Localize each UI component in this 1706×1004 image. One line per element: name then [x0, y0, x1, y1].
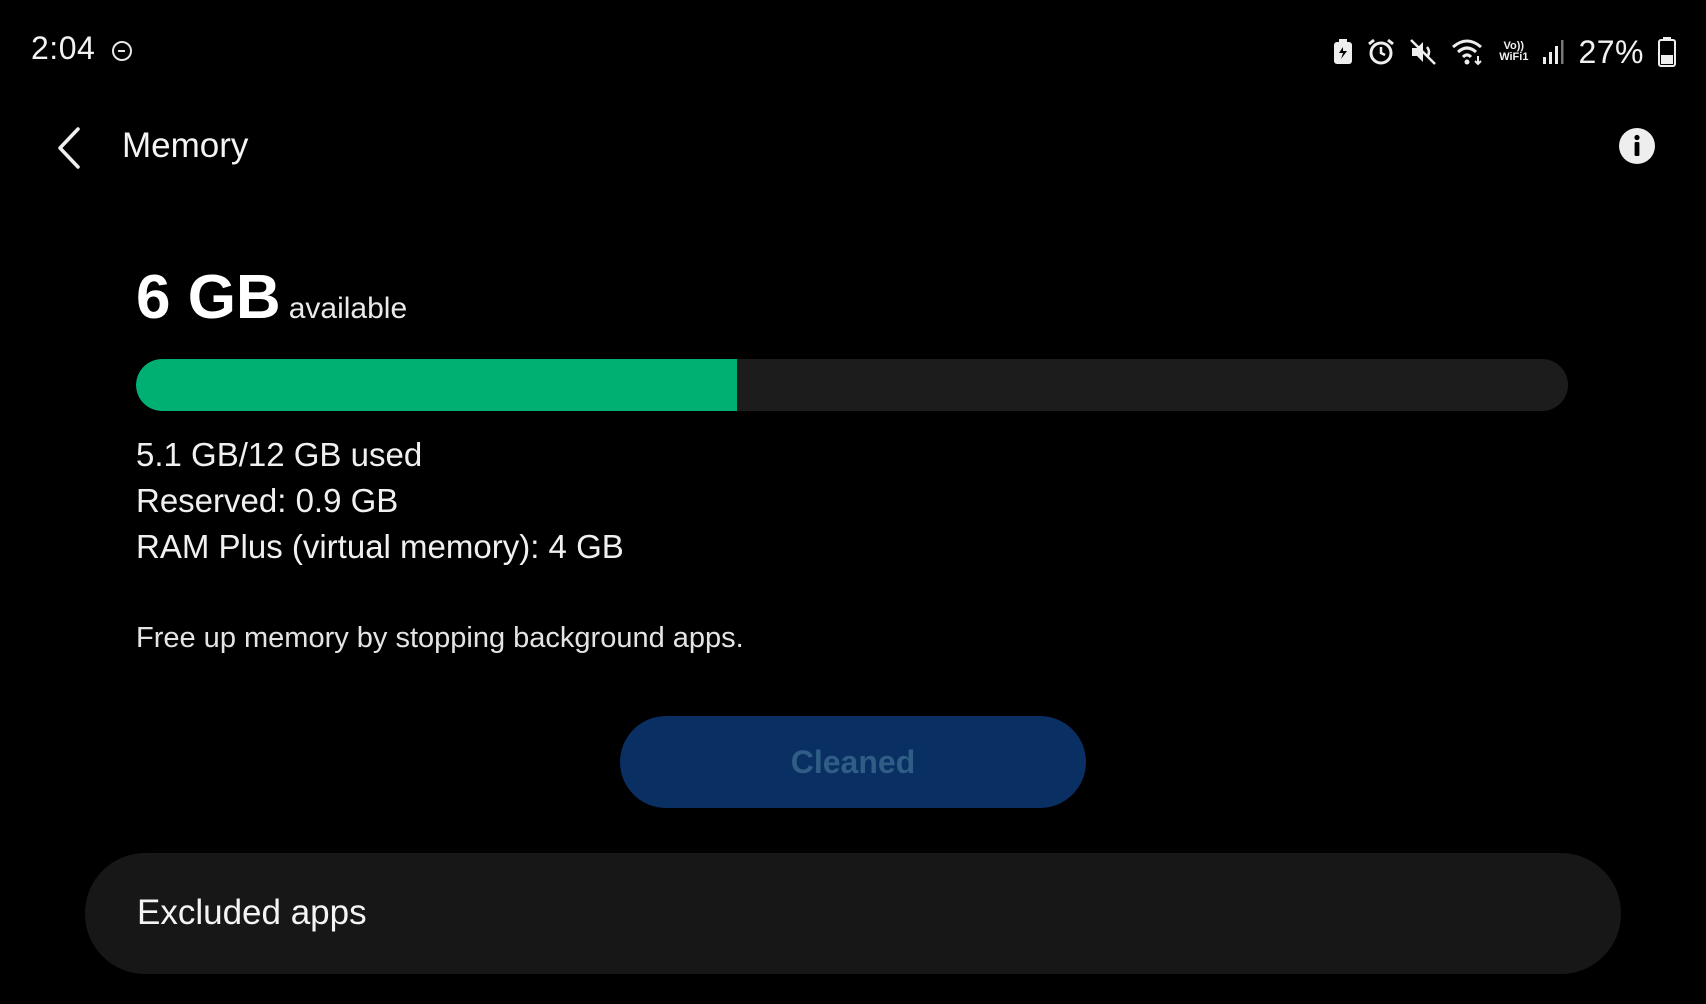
signal-icon — [1542, 39, 1564, 65]
free-memory-hint: Free up memory by stopping background ap… — [136, 622, 744, 654]
page-title: Memory — [122, 126, 249, 165]
app-bar: Memory — [0, 104, 1706, 194]
mute-icon — [1409, 38, 1437, 66]
memory-usage-fill — [136, 359, 738, 411]
available-label: available — [288, 292, 408, 325]
available-memory: 6 GB available — [136, 262, 407, 333]
info-button[interactable] — [1617, 126, 1657, 166]
excluded-apps-label: Excluded apps — [137, 893, 367, 932]
battery-saver-icon — [1333, 39, 1353, 65]
excluded-apps-item[interactable]: Excluded apps — [85, 853, 1621, 974]
wifi-icon — [1451, 38, 1485, 66]
available-value: 6 GB — [136, 263, 281, 332]
status-bar: 2:04 Vo)) WiFi1 27% — [0, 0, 1706, 104]
status-time: 2:04 — [31, 30, 96, 66]
used-memory-text: 5.1 GB/12 GB used — [136, 436, 423, 473]
chevron-left-icon — [58, 127, 80, 169]
vowifi-icon: Vo)) WiFi1 — [1499, 41, 1528, 63]
battery-percent: 27% — [1578, 33, 1644, 70]
ram-plus-text: RAM Plus (virtual memory): 4 GB — [136, 528, 624, 565]
clean-button-label: Cleaned — [790, 743, 916, 780]
alarm-icon — [1367, 38, 1395, 66]
memory-stats: 5.1 GB/12 GB used Reserved: 0.9 GB RAM P… — [136, 432, 624, 570]
status-icons: Vo)) WiFi1 27% — [1333, 34, 1676, 70]
battery-icon — [1658, 37, 1676, 67]
info-icon — [1619, 128, 1655, 164]
memory-usage-bar — [136, 359, 1568, 411]
do-not-disturb-icon — [112, 41, 132, 61]
clean-now-button[interactable]: Cleaned — [620, 716, 1086, 808]
back-button[interactable] — [44, 118, 94, 178]
reserved-memory-text: Reserved: 0.9 GB — [136, 482, 399, 519]
vowifi-bottom-text: WiFi1 — [1499, 51, 1529, 63]
